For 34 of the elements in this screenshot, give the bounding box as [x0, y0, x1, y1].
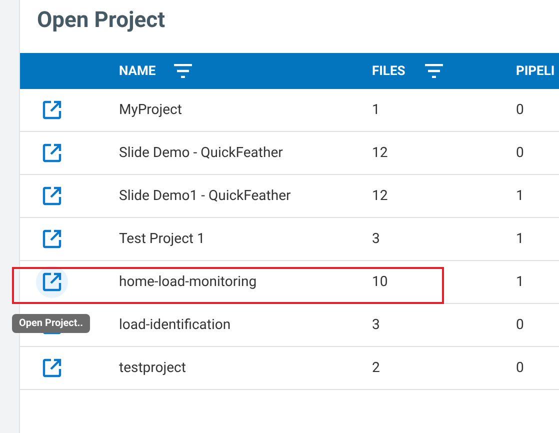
open-external-icon[interactable]: [42, 358, 62, 378]
filter-icon[interactable]: [425, 64, 444, 78]
open-external-icon[interactable]: [42, 272, 62, 292]
table-cell: MyProject: [119, 102, 182, 118]
table-cell: testproject: [119, 360, 186, 376]
table-cell: Slide Demo - QuickFeather: [119, 145, 283, 161]
table-cell: Slide Demo1 - QuickFeather: [119, 188, 291, 204]
filter-icon[interactable]: [174, 64, 192, 78]
open-external-icon[interactable]: [42, 100, 62, 120]
table-cell: 0: [516, 102, 524, 118]
table-cell: home-load-monitoring: [119, 274, 257, 290]
table-cell: 12: [372, 188, 388, 204]
column-header[interactable]: PIPELI: [516, 64, 555, 78]
open-external-icon[interactable]: [42, 186, 62, 206]
table-cell: 2: [372, 360, 380, 376]
table-cell: 1: [516, 188, 524, 204]
page-title: Open Project: [36, 7, 166, 35]
table-cell: load-identification: [119, 317, 231, 333]
table-cell: 1: [516, 274, 524, 290]
table-cell: 1: [372, 102, 380, 118]
tooltip: Open Project..: [12, 314, 90, 333]
table-cell: 0: [516, 317, 524, 333]
table-cell: 0: [516, 145, 524, 161]
table-cell: 1: [516, 231, 524, 247]
table-cell: Test Project 1: [119, 231, 205, 247]
table-cell: 3: [372, 317, 380, 333]
open-external-icon[interactable]: [42, 143, 62, 163]
table-cell: 12: [372, 145, 388, 161]
open-external-icon[interactable]: [42, 229, 62, 249]
table-cell: 0: [516, 360, 524, 376]
table-cell: 3: [372, 231, 380, 247]
column-header[interactable]: FILES: [372, 64, 406, 78]
column-header[interactable]: NAME: [119, 64, 156, 78]
table-cell: 10: [372, 274, 388, 290]
